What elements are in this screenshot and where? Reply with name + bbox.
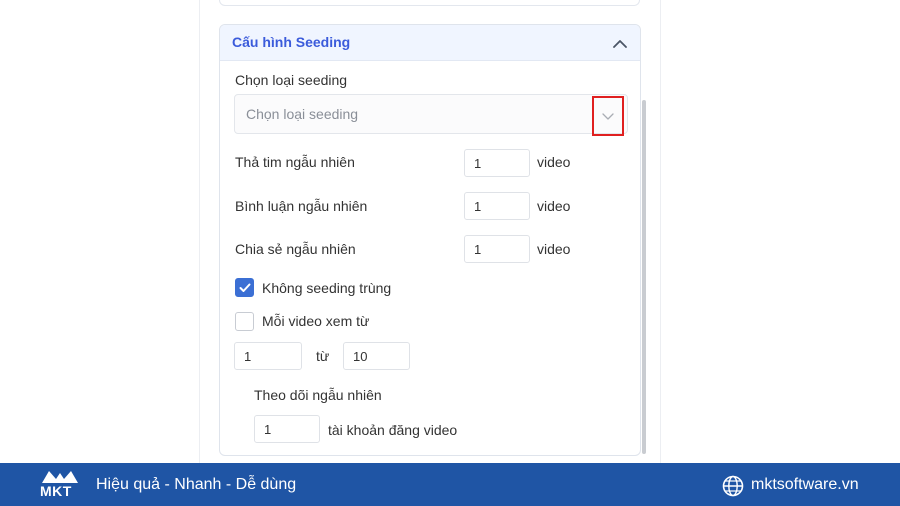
random-share-label: Chia sẻ ngẫu nhiên	[235, 241, 356, 257]
chevron-down-icon	[602, 112, 614, 120]
previous-panel-edge	[219, 0, 640, 6]
no-duplicate-checkbox[interactable]	[235, 278, 254, 297]
watch-range-from-input[interactable]	[234, 342, 302, 370]
random-like-label: Thả tim ngẫu nhiên	[235, 154, 355, 170]
chevron-up-icon	[613, 39, 627, 48]
random-share-input[interactable]	[464, 235, 530, 263]
random-like-input[interactable]	[464, 149, 530, 177]
page-border-left	[199, 0, 200, 463]
random-follow-label: Theo dõi ngẫu nhiên	[254, 387, 382, 403]
watch-range-label: Mỗi video xem từ	[262, 313, 370, 329]
collapse-button[interactable]	[610, 33, 630, 53]
seeding-type-label: Chọn loại seeding	[235, 72, 348, 88]
no-duplicate-label: Không seeding trùng	[262, 280, 392, 296]
watch-range-separator: từ	[316, 348, 330, 364]
panel-title: Cấu hình Seeding	[232, 34, 351, 50]
watch-range-to-input[interactable]	[343, 342, 410, 370]
website-link[interactable]: mktsoftware.vn	[751, 476, 859, 494]
seeding-type-placeholder: Chọn loại seeding	[246, 106, 359, 122]
seeding-type-select[interactable]: Chọn loại seeding	[234, 94, 628, 134]
panel-header[interactable]: Cấu hình Seeding	[220, 25, 640, 61]
random-like-unit: video	[537, 154, 571, 170]
seeding-type-dropdown-toggle[interactable]	[592, 96, 624, 136]
random-comment-input[interactable]	[464, 192, 530, 220]
random-share-unit: video	[537, 241, 571, 257]
brand-name: MKT	[40, 483, 72, 499]
random-follow-unit: tài khoản đăng video	[328, 422, 458, 438]
random-follow-input[interactable]	[254, 415, 320, 443]
check-icon	[239, 283, 250, 292]
random-comment-unit: video	[537, 198, 571, 214]
globe-icon	[722, 475, 744, 497]
page-border-right	[660, 0, 661, 463]
panel-scrollbar[interactable]	[642, 100, 646, 454]
app-screen: Cấu hình Seeding Chọn loại seeding Chọn …	[0, 0, 900, 463]
footer-tagline: Hiệu quả - Nhanh - Dễ dùng	[96, 476, 297, 493]
footer-banner: MKT Hiệu quả - Nhanh - Dễ dùng mktsoftwa…	[0, 463, 900, 506]
watch-range-checkbox[interactable]	[235, 312, 254, 331]
random-comment-label: Bình luận ngẫu nhiên	[235, 198, 368, 214]
